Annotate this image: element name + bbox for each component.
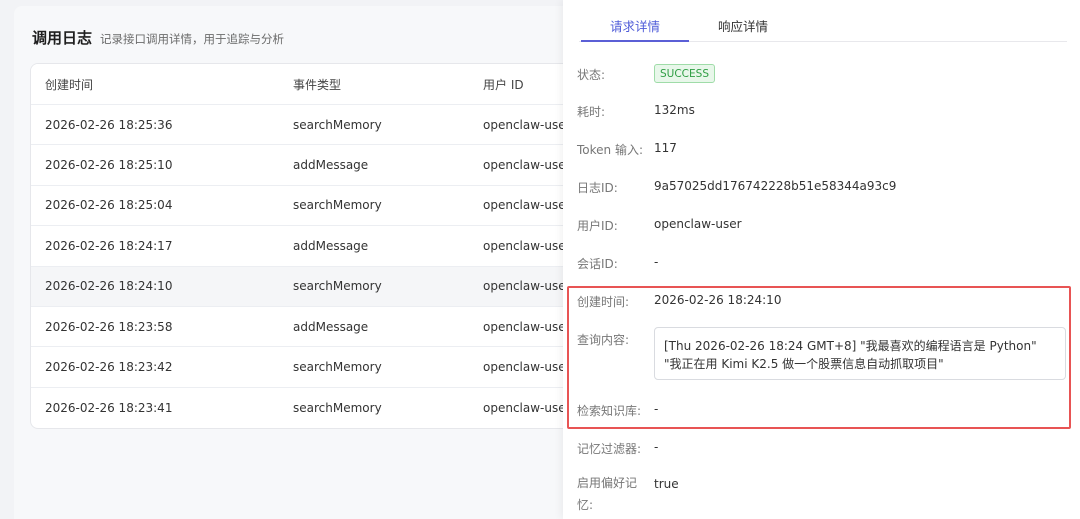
detail-drawer: 请求详情 响应详情 状态: SUCCESS 耗时: 132ms Token 输入… <box>563 0 1080 519</box>
cell-event: searchMemory <box>293 400 382 415</box>
token-input-label: Token 输入: <box>577 143 644 157</box>
query-content-label: 查询内容: <box>577 333 630 347</box>
cell-event: searchMemory <box>293 198 382 213</box>
table-header: 创建时间 事件类型 用户 ID <box>31 64 609 105</box>
session-id-value: - <box>654 255 659 269</box>
column-header-event-type[interactable]: 事件类型 <box>293 64 341 104</box>
log-id-label: 日志ID: <box>577 181 618 195</box>
cell-time: 2026-02-26 18:24:10 <box>45 279 173 294</box>
knowledge-base-value: - <box>654 402 659 416</box>
memory-filter-label: 记忆过滤器: <box>577 442 642 456</box>
session-id-label: 会话ID: <box>577 257 618 271</box>
cell-time: 2026-02-26 18:25:04 <box>45 198 173 213</box>
page-subtitle: 记录接口调用详情，用于追踪与分析 <box>100 32 284 46</box>
table-row[interactable]: 2026-02-26 18:23:42 searchMemory opencla… <box>31 347 609 388</box>
cell-user: openclaw-user <box>483 319 571 334</box>
log-id-value: 9a57025dd176742228b51e58344a93c9 <box>654 179 897 193</box>
cell-event: searchMemory <box>293 279 382 294</box>
page-title: 调用日志 <box>32 29 93 47</box>
created-time-label: 创建时间: <box>577 295 630 309</box>
user-id-label: 用户ID: <box>577 219 618 233</box>
cell-user: openclaw-user <box>483 279 571 294</box>
cell-time: 2026-02-26 18:24:17 <box>45 238 173 253</box>
tab-response-details[interactable]: 响应详情 <box>718 16 768 35</box>
log-table: 创建时间 事件类型 用户 ID 2026-02-26 18:25:36 sear… <box>30 63 610 429</box>
table-row[interactable]: 2026-02-26 18:25:04 searchMemory opencla… <box>31 186 609 227</box>
token-input-value: 117 <box>654 141 677 155</box>
cell-time: 2026-02-26 18:23:41 <box>45 400 173 415</box>
status-label: 状态: <box>577 68 606 82</box>
cell-event: addMessage <box>293 158 369 173</box>
column-header-created-time[interactable]: 创建时间 <box>45 64 93 104</box>
table-row[interactable]: 2026-02-26 18:23:41 searchMemory opencla… <box>31 388 609 428</box>
cell-user: openclaw-user <box>483 198 571 213</box>
query-content-box: [Thu 2026-02-26 18:24 GMT+8] "我最喜欢的编程语言是… <box>654 327 1066 380</box>
cell-event: addMessage <box>293 319 369 334</box>
detail-tabs: 请求详情 响应详情 <box>579 0 1067 42</box>
tab-request-details[interactable]: 请求详情 <box>610 16 660 35</box>
duration-label: 耗时: <box>577 105 606 119</box>
cell-user: openclaw-user <box>483 238 571 253</box>
table-row[interactable]: 2026-02-26 18:24:17 addMessage openclaw-… <box>31 226 609 267</box>
preference-memory-value: true <box>654 477 679 491</box>
active-tab-indicator <box>581 40 689 42</box>
user-id-value: openclaw-user <box>654 217 742 231</box>
cell-user: openclaw-user <box>483 360 571 375</box>
cell-user: openclaw-user <box>483 158 571 173</box>
table-row[interactable]: 2026-02-26 18:23:58 addMessage openclaw-… <box>31 307 609 348</box>
cell-user: openclaw-user <box>483 117 571 132</box>
cell-user: openclaw-user <box>483 400 571 415</box>
cell-event: addMessage <box>293 238 369 253</box>
created-time-value: 2026-02-26 18:24:10 <box>654 293 782 307</box>
cell-time: 2026-02-26 18:23:58 <box>45 319 173 334</box>
cell-time: 2026-02-26 18:25:10 <box>45 158 173 173</box>
table-row[interactable]: 2026-02-26 18:25:10 addMessage openclaw-… <box>31 145 609 186</box>
cell-time: 2026-02-26 18:23:42 <box>45 360 173 375</box>
column-header-user-id[interactable]: 用户 ID <box>483 64 524 104</box>
status-badge: SUCCESS <box>654 64 715 83</box>
table-row-selected[interactable]: 2026-02-26 18:24:10 searchMemory opencla… <box>31 266 609 307</box>
table-row[interactable]: 2026-02-26 18:25:36 searchMemory opencla… <box>31 105 609 146</box>
preference-memory-label: 启用偏好记忆: <box>577 476 638 512</box>
duration-value: 132ms <box>654 103 695 117</box>
cell-event: searchMemory <box>293 360 382 375</box>
memory-filter-value: - <box>654 440 659 454</box>
cell-time: 2026-02-26 18:25:36 <box>45 117 173 132</box>
cell-event: searchMemory <box>293 117 382 132</box>
knowledge-base-label: 检索知识库: <box>577 404 642 418</box>
